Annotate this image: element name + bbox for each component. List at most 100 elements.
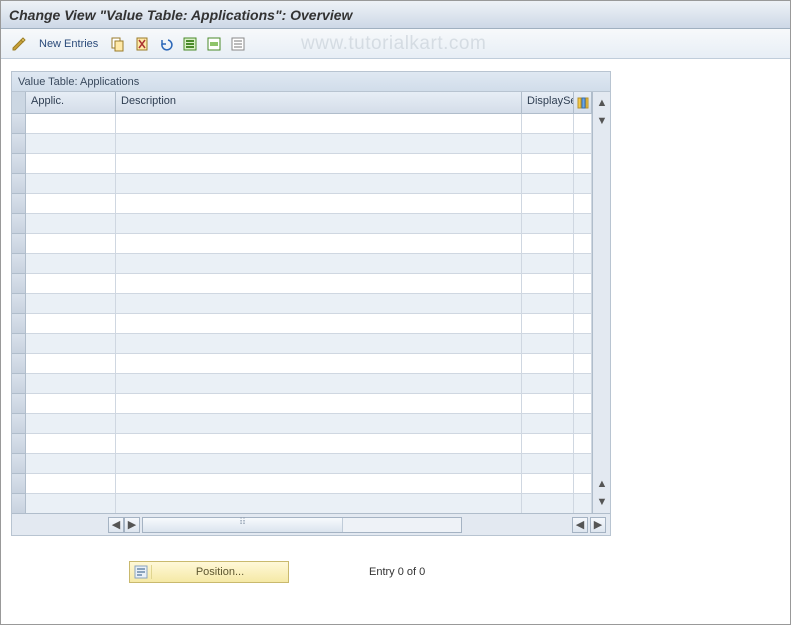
cell-displayseq[interactable] — [522, 374, 574, 394]
cell-applic[interactable] — [26, 274, 116, 294]
hscroll-right-icon[interactable]: ▶ — [124, 517, 140, 533]
row-selector[interactable] — [12, 154, 26, 174]
select-all-icon[interactable] — [180, 34, 200, 54]
scroll-page-up-icon[interactable]: ▲ — [595, 477, 609, 491]
cell-applic[interactable] — [26, 194, 116, 214]
cell-applic[interactable] — [26, 494, 116, 513]
column-header-description[interactable]: Description — [116, 92, 522, 114]
cell-description[interactable] — [116, 314, 522, 334]
cell-applic[interactable] — [26, 254, 116, 274]
cell-applic[interactable] — [26, 114, 116, 134]
cell-displayseq[interactable] — [522, 354, 574, 374]
cell-applic[interactable] — [26, 374, 116, 394]
row-selector[interactable] — [12, 494, 26, 514]
cell-displayseq[interactable] — [522, 434, 574, 454]
cell-description[interactable] — [116, 494, 522, 513]
select-block-icon[interactable] — [204, 34, 224, 54]
scroll-page-down-icon[interactable]: ▼ — [595, 495, 609, 509]
cell-displayseq[interactable] — [522, 214, 574, 234]
cell-applic[interactable] — [26, 414, 116, 434]
cell-displayseq[interactable] — [522, 494, 574, 513]
cell-displayseq[interactable] — [522, 394, 574, 414]
hscroll-track[interactable] — [142, 517, 462, 533]
cell-displayseq[interactable] — [522, 454, 574, 474]
row-selector[interactable] — [12, 334, 26, 354]
scroll-up-icon[interactable]: ▲ — [595, 96, 609, 110]
cell-description[interactable] — [116, 454, 522, 474]
delete-icon[interactable] — [132, 34, 152, 54]
cell-applic[interactable] — [26, 434, 116, 454]
cell-displayseq[interactable] — [522, 334, 574, 354]
cell-displayseq[interactable] — [522, 294, 574, 314]
row-selector[interactable] — [12, 374, 26, 394]
row-selector[interactable] — [12, 354, 26, 374]
cell-description[interactable] — [116, 274, 522, 294]
cell-description[interactable] — [116, 334, 522, 354]
row-selector[interactable] — [12, 214, 26, 234]
new-entries-button[interactable]: New Entries — [33, 37, 104, 51]
cell-displayseq[interactable] — [522, 174, 574, 194]
cell-applic[interactable] — [26, 214, 116, 234]
cell-description[interactable] — [116, 374, 522, 394]
vertical-scrollbar[interactable]: ▲ ▼ ▲ ▼ — [592, 92, 610, 513]
deselect-all-icon[interactable] — [228, 34, 248, 54]
hscroll-left-icon[interactable]: ◀ — [108, 517, 124, 533]
cell-description[interactable] — [116, 394, 522, 414]
cell-description[interactable] — [116, 434, 522, 454]
cell-applic[interactable] — [26, 334, 116, 354]
row-selector[interactable] — [12, 114, 26, 134]
hscroll-end-left-icon[interactable]: ◀ — [572, 517, 588, 533]
cell-displayseq[interactable] — [522, 414, 574, 434]
cell-displayseq[interactable] — [522, 254, 574, 274]
row-selector[interactable] — [12, 274, 26, 294]
row-selector[interactable] — [12, 394, 26, 414]
cell-description[interactable] — [116, 474, 522, 494]
cell-description[interactable] — [116, 174, 522, 194]
cell-displayseq[interactable] — [522, 134, 574, 154]
row-selector[interactable] — [12, 454, 26, 474]
row-selector[interactable] — [12, 434, 26, 454]
cell-applic[interactable] — [26, 154, 116, 174]
cell-description[interactable] — [116, 194, 522, 214]
position-button[interactable]: Position... — [129, 561, 289, 583]
row-selector[interactable] — [12, 414, 26, 434]
cell-description[interactable] — [116, 154, 522, 174]
cell-applic[interactable] — [26, 234, 116, 254]
column-header-displayseq[interactable]: DisplaySe — [522, 92, 574, 114]
cell-description[interactable] — [116, 254, 522, 274]
cell-applic[interactable] — [26, 134, 116, 154]
cell-description[interactable] — [116, 234, 522, 254]
cell-description[interactable] — [116, 294, 522, 314]
column-header-applic[interactable]: Applic. — [26, 92, 116, 114]
undo-change-icon[interactable] — [156, 34, 176, 54]
cell-displayseq[interactable] — [522, 314, 574, 334]
cell-description[interactable] — [116, 114, 522, 134]
row-selector[interactable] — [12, 134, 26, 154]
cell-displayseq[interactable] — [522, 474, 574, 494]
scroll-down-icon[interactable]: ▼ — [595, 114, 609, 128]
cell-displayseq[interactable] — [522, 194, 574, 214]
column-config-button[interactable] — [574, 92, 592, 114]
cell-applic[interactable] — [26, 454, 116, 474]
hscroll-thumb[interactable] — [143, 518, 343, 532]
cell-description[interactable] — [116, 134, 522, 154]
copy-as-icon[interactable] — [108, 34, 128, 54]
cell-applic[interactable] — [26, 474, 116, 494]
row-selector[interactable] — [12, 234, 26, 254]
cell-displayseq[interactable] — [522, 154, 574, 174]
row-selector[interactable] — [12, 194, 26, 214]
cell-displayseq[interactable] — [522, 114, 574, 134]
row-selector[interactable] — [12, 294, 26, 314]
cell-applic[interactable] — [26, 314, 116, 334]
toggle-display-change-icon[interactable] — [9, 34, 29, 54]
cell-applic[interactable] — [26, 174, 116, 194]
row-selector[interactable] — [12, 174, 26, 194]
row-selector[interactable] — [12, 314, 26, 334]
cell-applic[interactable] — [26, 394, 116, 414]
cell-displayseq[interactable] — [522, 234, 574, 254]
cell-description[interactable] — [116, 414, 522, 434]
hscroll-end-right-icon[interactable]: ▶ — [590, 517, 606, 533]
row-selector[interactable] — [12, 474, 26, 494]
cell-applic[interactable] — [26, 294, 116, 314]
cell-description[interactable] — [116, 354, 522, 374]
